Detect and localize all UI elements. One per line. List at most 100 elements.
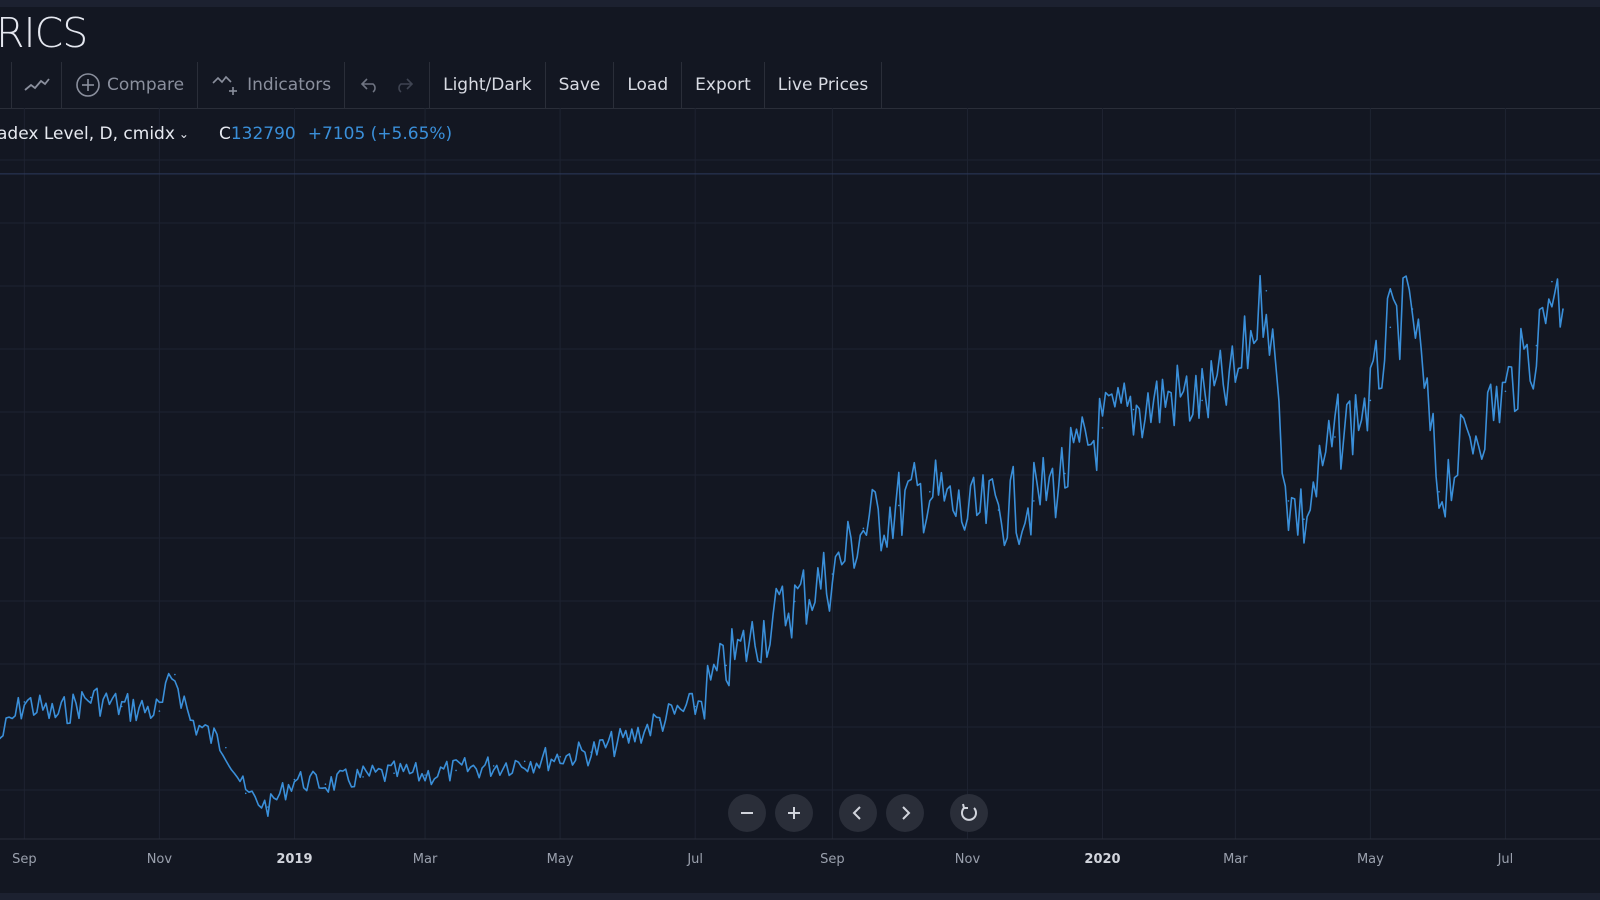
- x-tick-label-4: May: [547, 852, 574, 867]
- data-point-15: [424, 774, 426, 776]
- price-change: +7105 (+5.65%): [307, 124, 453, 144]
- data-point-29: [898, 504, 900, 507]
- data-point-12: [324, 783, 327, 785]
- data-point-45: [1389, 326, 1392, 329]
- x-tick-label-9: Mar: [1223, 852, 1248, 867]
- indicators-icon: [211, 73, 241, 97]
- toolbar-overflow[interactable]: [0, 62, 12, 108]
- data-point-24: [725, 664, 727, 667]
- symbol-selector[interactable]: adex Level, D, cmidx: [0, 124, 175, 144]
- data-point-1: [23, 701, 26, 703]
- redo-icon[interactable]: [393, 76, 415, 94]
- data-point-38: [1201, 399, 1203, 402]
- x-tick-label-7: Nov: [955, 852, 981, 867]
- data-point-48: [1469, 436, 1471, 438]
- line-chart-icon: [23, 76, 51, 94]
- light-dark-button[interactable]: Light/Dark: [430, 62, 546, 108]
- data-point-21: [627, 737, 630, 740]
- indicators-label: Indicators: [247, 75, 332, 95]
- scroll-left-button[interactable]: [839, 794, 877, 832]
- undo-redo-group: [345, 62, 431, 108]
- scroll-right-button[interactable]: [886, 794, 924, 832]
- data-point-46: [1411, 308, 1414, 310]
- data-point-27: [831, 573, 834, 575]
- data-point-30: [929, 490, 931, 493]
- data-point-37: [1170, 395, 1172, 397]
- price-chart[interactable]: Sep Nov 2019 Mar May Jul Sep Nov 2020 Mar May Jul: [0, 108, 1600, 893]
- data-point-36: [1132, 408, 1135, 411]
- plus-icon: [786, 805, 802, 821]
- data-point-43: [1334, 436, 1336, 438]
- data-point-22: [658, 719, 661, 722]
- data-point-18: [523, 760, 526, 763]
- x-tick-label-8: 2020: [1084, 852, 1120, 867]
- plus-circle-icon: [75, 72, 101, 98]
- brand-logo: RICS: [0, 9, 88, 57]
- data-point-26: [793, 600, 796, 603]
- undo-icon[interactable]: [359, 76, 381, 94]
- indicators-button[interactable]: Indicators: [198, 62, 346, 108]
- chart-navigation: [0, 794, 1600, 834]
- data-point-49: [1504, 390, 1507, 393]
- data-point-41: [1287, 500, 1290, 502]
- data-point-17: [492, 765, 495, 767]
- compare-button[interactable]: Compare: [62, 62, 199, 108]
- data-point-13: [362, 776, 364, 778]
- x-tick-label-6: Sep: [820, 852, 845, 867]
- chevron-right-icon: [897, 805, 913, 821]
- data-point-44: [1369, 399, 1372, 402]
- data-point-28: [862, 527, 865, 530]
- live-prices-button[interactable]: Live Prices: [765, 62, 883, 108]
- compare-label: Compare: [107, 75, 185, 95]
- data-point-39: [1234, 381, 1237, 383]
- load-button[interactable]: Load: [614, 62, 683, 108]
- chart-toolbar: Compare Indicators Light/Dark Save Load …: [0, 62, 1600, 109]
- data-point-34: [1064, 472, 1066, 475]
- close-prefix: C: [218, 124, 231, 144]
- x-tick-label-1: Nov: [147, 852, 173, 867]
- data-point-51: [1551, 280, 1553, 283]
- top-strip: [0, 0, 1600, 7]
- save-button[interactable]: Save: [546, 62, 615, 108]
- close-value: 132790: [230, 124, 296, 144]
- data-point-14: [393, 772, 395, 775]
- data-point-25: [762, 628, 765, 630]
- data-point-11: [293, 778, 296, 781]
- series-legend: adex Level, D, cmidx ⌄ C 132790 +7105 (+…: [0, 120, 452, 148]
- data-point-6: [174, 673, 176, 676]
- data-point-23: [694, 705, 696, 708]
- reset-chart-button[interactable]: [950, 794, 988, 832]
- data-point-42: [1303, 518, 1305, 520]
- data-point-7: [189, 719, 192, 722]
- chevron-left-icon: [850, 805, 866, 821]
- export-button[interactable]: Export: [682, 62, 765, 108]
- zoom-in-button[interactable]: [775, 794, 813, 832]
- data-point-2: [54, 714, 57, 717]
- reset-icon: [959, 803, 979, 823]
- data-point-32: [997, 509, 1000, 511]
- x-tick-label-11: Jul: [1497, 852, 1514, 867]
- data-point-16: [455, 769, 457, 772]
- data-point-19: [559, 755, 561, 758]
- bottom-strip: [0, 893, 1600, 900]
- x-tick-label-2: 2019: [276, 852, 312, 867]
- chart-style-button[interactable]: [12, 62, 62, 108]
- data-point-52: [1562, 308, 1564, 310]
- data-point-47: [1438, 490, 1440, 493]
- data-point-33: [1033, 500, 1035, 502]
- data-point-5: [158, 710, 161, 712]
- data-point-31: [966, 518, 969, 520]
- zoom-out-button[interactable]: [728, 794, 766, 832]
- data-point-20: [590, 751, 592, 753]
- data-point-8: [225, 746, 227, 749]
- data-point-40: [1265, 289, 1268, 292]
- x-tick-label-5: Jul: [686, 852, 703, 867]
- x-tick-label-3: Mar: [413, 852, 438, 867]
- series-line: [0, 274, 1564, 818]
- x-tick-label-10: May: [1357, 852, 1384, 867]
- data-point-4: [120, 705, 123, 708]
- data-point-50: [1535, 344, 1538, 347]
- data-point-3: [89, 696, 92, 699]
- chevron-down-icon[interactable]: ⌄: [179, 127, 189, 141]
- data-point-35: [1101, 427, 1104, 429]
